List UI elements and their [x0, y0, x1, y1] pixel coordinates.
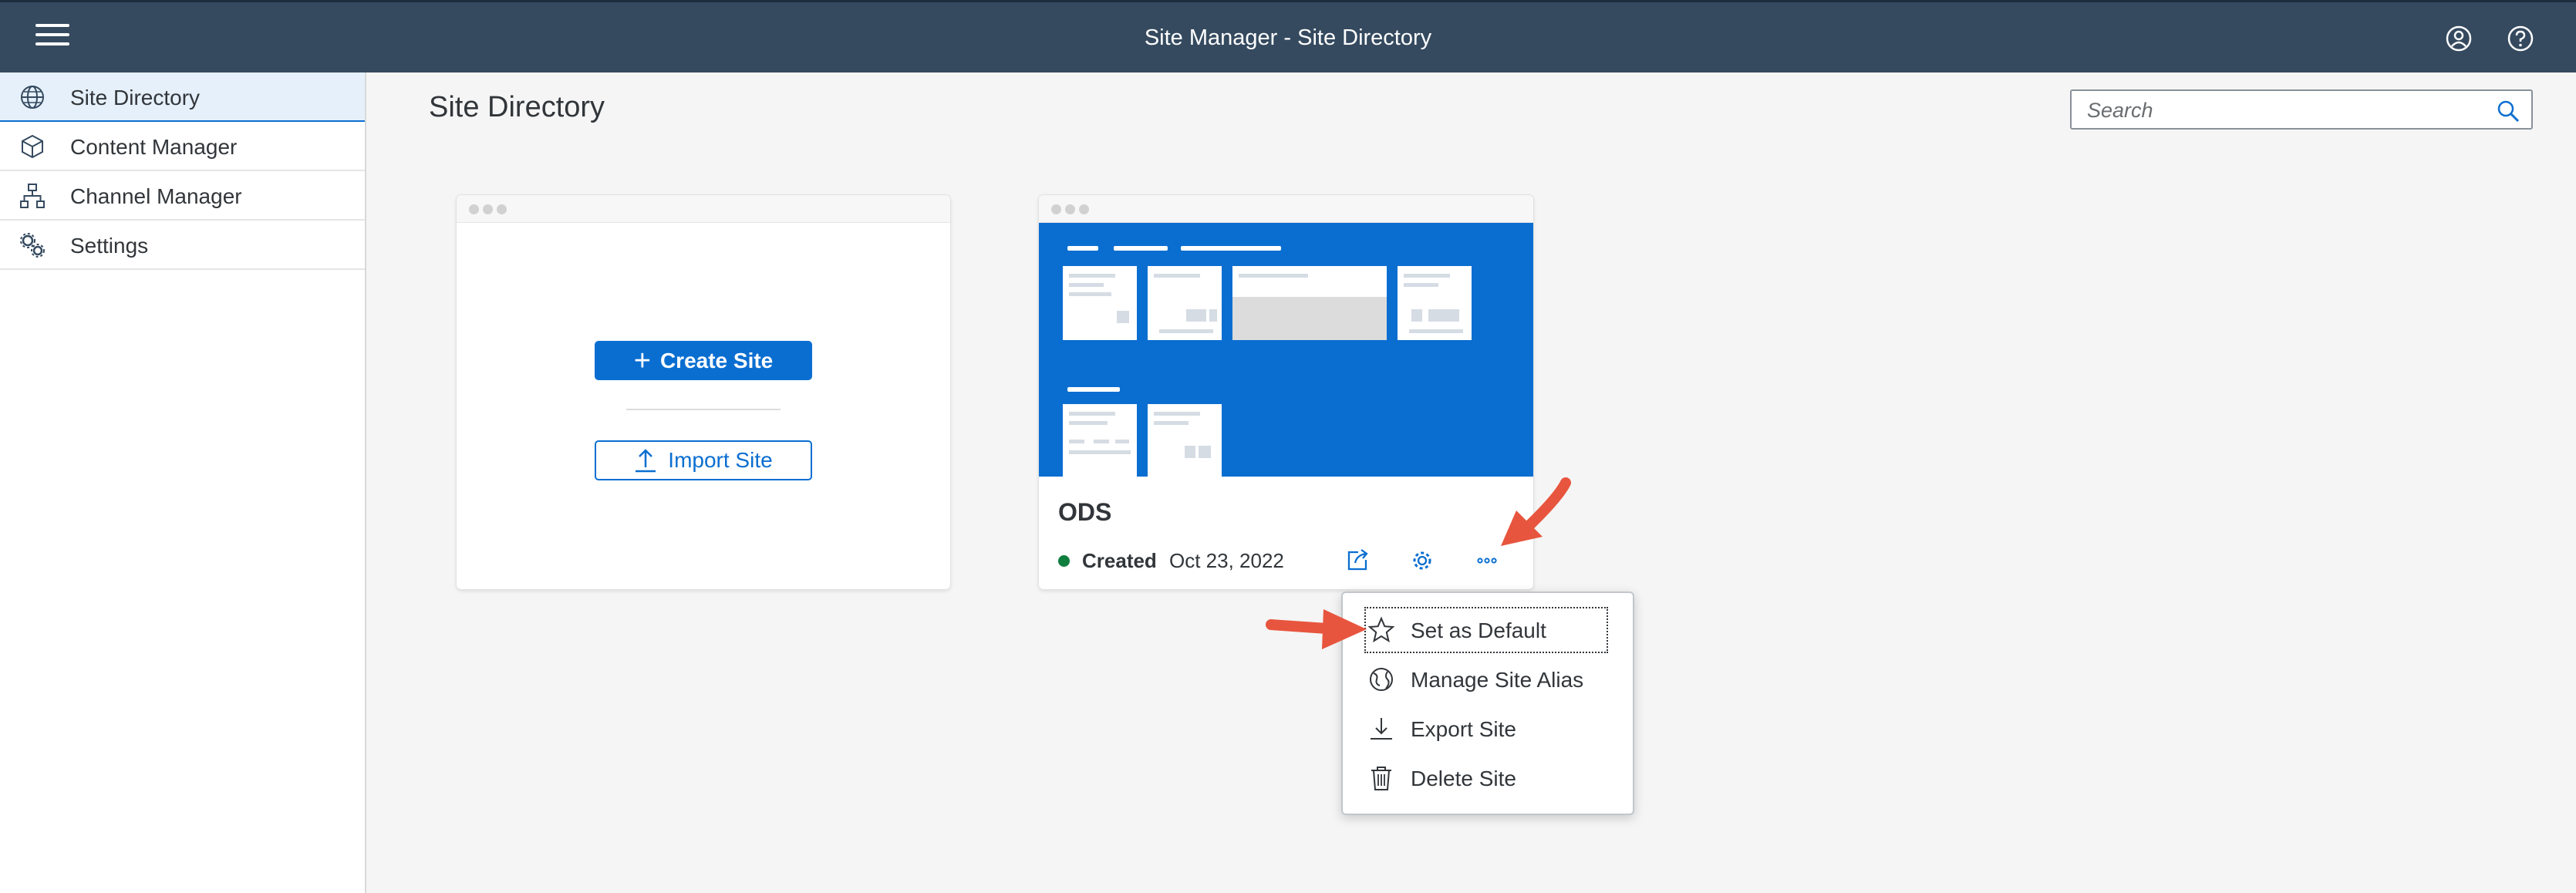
menu-item-manage-site-alias[interactable]: Manage Site Alias [1366, 658, 1607, 701]
import-site-label: Import Site [668, 448, 773, 472]
download-icon [1371, 718, 1392, 740]
sidebar-item-channel-manager[interactable]: Channel Manager [0, 171, 365, 221]
shell-title: Site Manager - Site Directory [1144, 25, 1432, 50]
user-profile-icon[interactable] [2445, 25, 2473, 52]
site-status: Created [1082, 549, 1157, 572]
create-site-button[interactable]: + Create Site [595, 341, 812, 380]
sidebar-item-label: Content Manager [70, 135, 238, 159]
divider [626, 409, 781, 410]
create-site-card: + Create Site Import Site [457, 195, 950, 589]
search-field[interactable] [2070, 89, 2533, 130]
menu-item-label: Set as Default [1411, 618, 1546, 642]
globe-icon [21, 86, 44, 109]
browser-bar [457, 195, 950, 223]
create-site-label: Create Site [659, 348, 774, 372]
status-dot [1058, 555, 1070, 567]
trash-icon [1371, 767, 1391, 790]
more-options-icon[interactable] [1472, 546, 1502, 575]
search-input[interactable] [2087, 97, 2473, 123]
sidebar-item-content-manager[interactable]: Content Manager [0, 122, 365, 171]
browser-bar [1039, 195, 1533, 223]
cube-icon [22, 134, 43, 159]
menu-item-delete-site[interactable]: Delete Site [1366, 757, 1607, 800]
menu-item-label: Export Site [1411, 717, 1516, 741]
open-site-icon[interactable] [1343, 546, 1372, 575]
help-icon[interactable] [2507, 25, 2534, 52]
shell-bar: Site Manager - Site Directory [0, 0, 2576, 72]
gears-icon [20, 233, 45, 258]
site-actions-menu: Set as Default Manage Site Alias Export … [1341, 591, 1634, 815]
site-created-date: Oct 23, 2022 [1169, 549, 1284, 572]
menu-item-set-as-default[interactable]: Set as Default [1364, 607, 1608, 653]
upload-icon [636, 449, 656, 473]
menu-item-label: Delete Site [1411, 767, 1516, 790]
settings-gear-icon[interactable] [1408, 546, 1437, 575]
menu-item-label: Manage Site Alias [1411, 668, 1584, 692]
star-icon [1367, 616, 1395, 643]
sidebar-item-settings[interactable]: Settings [0, 221, 365, 270]
sidebar-item-site-directory[interactable]: Site Directory [0, 72, 365, 122]
search-icon[interactable] [2496, 99, 2520, 123]
import-site-button[interactable]: Import Site [595, 440, 812, 480]
menu-item-export-site[interactable]: Export Site [1366, 707, 1607, 750]
page-title: Site Directory [429, 91, 605, 123]
sidebar-item-label: Channel Manager [70, 184, 242, 208]
site-card[interactable]: ODS Created Oct 23, 2022 [1039, 195, 1533, 589]
site-name[interactable]: ODS [1058, 498, 1111, 527]
site-thumbnail [1039, 223, 1533, 478]
sidebar-item-label: Settings [70, 234, 149, 258]
sidebar-item-label: Site Directory [70, 86, 201, 110]
hierarchy-icon [20, 184, 45, 208]
world-alias-icon [1370, 668, 1393, 691]
side-navigation: Site Directory Content Manager Channel M… [0, 72, 366, 893]
plus-icon: + [633, 344, 651, 377]
